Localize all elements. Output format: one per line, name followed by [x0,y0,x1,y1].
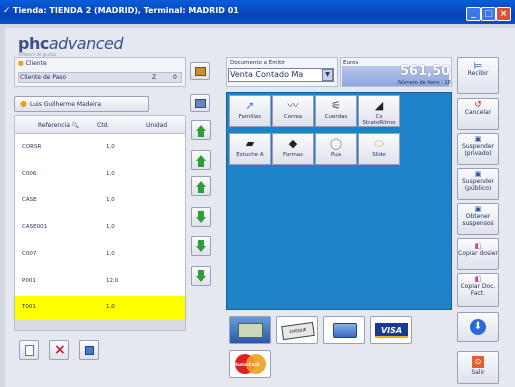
retrieve-icon: ▣ [474,205,482,213]
document-label: Documento a Emitir [230,60,286,66]
user-name: Luis Guilherme Madeira [30,101,101,108]
suspend-icon: ▣ [474,135,482,143]
move-top-button[interactable] [191,120,211,140]
copy-icon: ◧ [474,275,482,283]
col-header-ref[interactable]: Referencia 🔍 [38,122,79,129]
shape-icon: ◆ [288,137,298,150]
user-icon: ● [20,99,27,108]
table-row-selected[interactable]: T001 1,0 [15,296,185,320]
logo: phcadvanced [18,34,124,53]
cursor-icon: ➚ [245,99,255,112]
case-icon: ▰ [245,137,255,150]
payment-cheque-button[interactable]: CHEQUE [276,316,318,344]
exit-icon: ⊙ [472,356,484,368]
maximize-button[interactable]: □ [481,7,496,21]
product-familias[interactable]: ➚ Familias [229,95,271,127]
table-row[interactable]: CORSR 1,0 [18,136,184,160]
edit-icon [85,346,94,355]
arrow-down-icon [196,246,206,252]
strap-icon: 〰 [287,99,299,112]
table-row[interactable]: CASE001 1,0 [18,216,184,240]
cancel-button[interactable]: ↺ Cancelar [457,98,499,130]
card-icon [333,323,357,338]
exit-button[interactable]: ⊙ Salir [457,351,499,384]
client-name: Cliente de Paso [20,74,67,81]
app-icon: ✓ [3,6,11,16]
table-row[interactable]: P001 12,0 [18,270,184,294]
suspend-public-button[interactable]: ▣ Suspender (público) [457,168,499,200]
minimize-button[interactable]: _ [466,7,481,21]
document-icon [25,345,34,356]
folder-icon [195,67,206,76]
arrow-bottom-icon [196,276,206,282]
case-icon: ◢ [374,99,384,112]
items-count: Número de Itens : 18 [398,80,451,86]
payment-visa-button[interactable]: VISA [370,316,412,344]
product-formas[interactable]: ◆ Formas [272,133,314,165]
search-icon: 🔍 [71,122,80,129]
col-header-qty[interactable]: Ctd. [97,122,109,129]
move-bottom-button[interactable] [191,266,211,286]
product-correa[interactable]: 〰 Correa [272,95,314,127]
arrow-down-circle-icon: ⬇ [470,319,486,335]
page-down-button[interactable] [191,236,211,256]
visa-logo: VISA [375,323,408,338]
product-pua[interactable]: ◯ Pua [315,133,357,165]
pick-icon: ◯ [329,137,343,150]
delete-line-button[interactable]: × [49,340,69,360]
product-estuche-a[interactable]: ▰ Estuche A [229,133,271,165]
slide-icon: ⬭ [374,137,384,150]
client-number: 0 [173,74,177,81]
move-up-button[interactable] [191,176,211,196]
close-button[interactable]: × [496,7,511,21]
register-icon [195,99,206,108]
suspend-private-button[interactable]: ▣ Suspender (privado) [457,133,499,165]
client-z: Z [152,74,157,81]
client-lookup-button[interactable] [190,62,210,80]
register-button[interactable] [190,94,210,112]
strings-icon: ⚟ [331,99,341,112]
undo-icon: ↺ [474,100,482,110]
cheque-icon: CHEQUE [281,321,315,341]
payment-cash-button[interactable] [229,316,271,344]
col-header-unit[interactable]: Unidad [146,122,167,129]
user-icon: ■ [18,60,24,67]
table-row[interactable]: C007 1,0 [18,243,184,267]
payment-mastercard-button[interactable]: MasterCard [229,350,271,378]
page-up-button[interactable] [191,150,211,170]
receive-button[interactable]: ⊨ Recibir [457,57,499,94]
arrow-down-icon [196,217,206,223]
copy-doc-button[interactable]: ◧ Copiar Doc. Fact. [457,273,499,307]
product-slide[interactable]: ⬭ Slide [358,133,400,165]
receive-icon: ⊨ [473,61,483,72]
payment-card-button[interactable] [323,316,365,344]
chevron-down-icon[interactable]: ▼ [322,69,333,81]
product-cuerdas[interactable]: ⚟ Cuerdas [315,95,357,127]
product-cx-stratoritmo[interactable]: ◢ Cx StratoRitmo [358,95,400,127]
copy-dossier-button[interactable]: ◧ Copiar dosier [457,238,499,270]
table-footer [15,320,185,330]
document-value: Venta Contado Ma [230,70,304,79]
suspend-icon: ▣ [474,170,482,178]
delete-icon: × [54,342,66,358]
new-line-button[interactable] [19,340,39,360]
table-row[interactable]: CASE 1,0 [18,189,184,213]
total-amount: 561,50 [400,64,451,79]
edit-line-button[interactable] [79,340,99,360]
move-down-button[interactable] [191,207,211,227]
table-row[interactable]: C006 1,0 [18,163,184,187]
down-button[interactable]: ⬇ [457,312,499,342]
get-suspended-button[interactable]: ▣ Obtener suspensos [457,203,499,235]
copy-icon: ◧ [474,242,482,250]
client-label: ■ Cliente [18,60,47,67]
window-title: Tienda: TIENDA 2 (MADRID), Terminal: MAD… [13,6,239,15]
cash-icon [238,323,263,338]
